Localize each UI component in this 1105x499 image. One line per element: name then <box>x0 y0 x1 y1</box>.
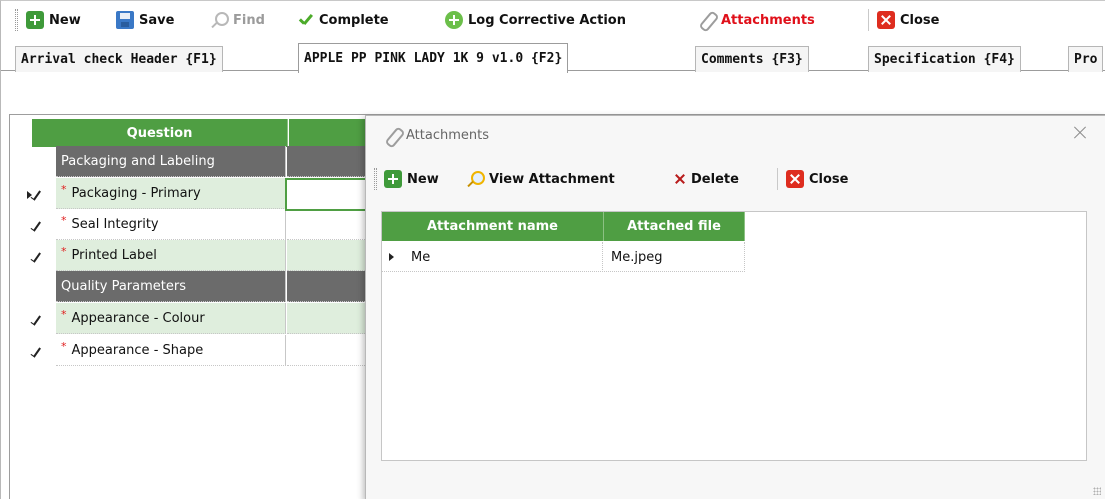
log-corrective-action-button[interactable]: Log Corrective Action <box>445 9 626 31</box>
row-indicator[interactable] <box>27 178 52 209</box>
close-icon <box>786 170 804 188</box>
question-label: Packaging - Primary <box>71 185 201 201</box>
tab-strip: Arrival check Header {F1} APPLE PP PINK … <box>1 43 1105 73</box>
new-attachment-label: New <box>407 171 439 187</box>
column-header-label: Attachment name <box>427 219 558 234</box>
edit-pencil-icon <box>33 221 41 232</box>
attachments-dialog: Attachments New View Attachment Delete C… <box>365 115 1105 499</box>
question-cell: * Seal Integrity <box>56 209 286 240</box>
question-cell: * Appearance - Colour <box>56 303 286 334</box>
toolbar-grip[interactable] <box>15 9 18 31</box>
tab-comments[interactable]: Comments {F3} <box>695 46 809 72</box>
dialog-title: Attachments <box>406 127 489 143</box>
column-header-attachment-name[interactable]: Attachment name <box>382 212 604 241</box>
dialog-title-bar[interactable]: Attachments <box>366 116 1105 154</box>
attachments-grid: Attachment name Attached file Me Me.jpeg <box>381 211 1087 461</box>
question-label: Appearance - Shape <box>71 342 204 358</box>
toolbar-separator <box>868 9 869 31</box>
tab-label: Arrival check Header {F1} <box>21 52 217 67</box>
question-cell: * Packaging - Primary <box>56 178 286 209</box>
required-marker: * <box>61 244 67 258</box>
required-marker: * <box>61 213 67 227</box>
plus-icon <box>26 11 44 29</box>
save-button[interactable]: Save <box>116 9 174 31</box>
save-button-label: Save <box>139 12 175 28</box>
attachments-button[interactable]: Attachments <box>698 9 815 31</box>
dialog-close-icon[interactable] <box>1071 124 1089 142</box>
checkmark-icon <box>296 11 314 29</box>
save-icon <box>116 11 134 29</box>
attachment-name-cell: Me <box>403 242 603 272</box>
find-button-label: Find <box>233 12 265 28</box>
attached-file-cell: Me.jpeg <box>604 242 745 272</box>
tab-label: Pro <box>1074 52 1098 67</box>
grid-header-label: Question <box>126 125 193 141</box>
question-label: Printed Label <box>71 247 157 263</box>
delete-x-icon <box>674 170 686 188</box>
row-indicator[interactable] <box>32 335 52 366</box>
question-label: Appearance - Colour <box>71 310 205 326</box>
paperclip-icon <box>384 127 398 143</box>
arrival-check-window: New Save Find Complete Log Corrective Ac… <box>0 0 1105 499</box>
new-button[interactable]: New <box>26 9 81 31</box>
complete-button-label: Complete <box>319 12 389 28</box>
edit-pencil-icon <box>33 190 41 201</box>
new-attachment-button[interactable]: New <box>384 168 439 190</box>
dialog-close-button[interactable]: Close <box>786 168 848 190</box>
attachment-row[interactable]: Me Me.jpeg <box>382 242 745 272</box>
tab-truncated[interactable]: Pro <box>1068 46 1104 72</box>
search-icon <box>466 170 485 188</box>
attachments-button-label: Attachments <box>721 12 815 28</box>
edit-pencil-icon <box>33 347 41 358</box>
tab-label: APPLE PP PINK LADY 1K 9 v1.0 {F2} <box>304 51 563 66</box>
dialog-close-label: Close <box>809 171 849 187</box>
group-label: Packaging and Labeling <box>56 146 286 177</box>
column-header-attached-file[interactable]: Attached file <box>604 212 745 241</box>
tab-specification[interactable]: Specification {F4} <box>868 46 1021 72</box>
plus-icon <box>384 170 402 188</box>
search-icon <box>210 11 229 29</box>
toolbar-separator <box>777 168 778 190</box>
find-button[interactable]: Find <box>210 9 265 31</box>
row-indicator[interactable] <box>32 303 52 334</box>
tab-product-item[interactable]: APPLE PP PINK LADY 1K 9 v1.0 {F2} <box>298 43 569 73</box>
edit-pencil-icon <box>33 315 41 326</box>
active-answer-editor[interactable] <box>285 178 375 211</box>
log-corrective-action-label: Log Corrective Action <box>468 12 626 28</box>
toolbar-grip[interactable] <box>374 168 377 190</box>
row-indicator[interactable] <box>32 240 52 271</box>
new-button-label: New <box>49 12 81 28</box>
group-label: Quality Parameters <box>56 271 286 302</box>
delete-attachment-label: Delete <box>691 171 739 187</box>
question-cell: * Appearance - Shape <box>56 335 286 366</box>
paperclip-icon <box>698 11 716 29</box>
complete-button[interactable]: Complete <box>296 9 389 31</box>
question-label: Seal Integrity <box>71 216 159 232</box>
required-marker: * <box>61 307 67 321</box>
edit-pencil-icon <box>33 252 41 263</box>
view-attachment-label: View Attachment <box>489 171 615 187</box>
view-attachment-button[interactable]: View Attachment <box>466 168 615 190</box>
question-cell: * Printed Label <box>56 240 286 271</box>
current-row-arrow-icon <box>389 253 394 261</box>
grid-header-question[interactable]: Question <box>32 119 288 147</box>
row-indicator[interactable] <box>32 209 52 240</box>
add-circle-icon <box>445 11 463 29</box>
column-header-label: Attached file <box>627 219 721 234</box>
required-marker: * <box>61 339 67 353</box>
close-button[interactable]: Close <box>877 9 939 31</box>
close-icon <box>877 11 895 29</box>
close-button-label: Close <box>900 12 940 28</box>
tab-label: Comments {F3} <box>701 52 803 67</box>
delete-attachment-button[interactable]: Delete <box>674 168 739 190</box>
required-marker: * <box>61 182 67 196</box>
resize-grip[interactable] <box>1093 487 1101 495</box>
dialog-toolbar: New View Attachment Delete Close <box>366 166 1105 192</box>
tab-arrival-check-header[interactable]: Arrival check Header {F1} <box>15 46 223 72</box>
tab-label: Specification {F4} <box>874 52 1015 67</box>
